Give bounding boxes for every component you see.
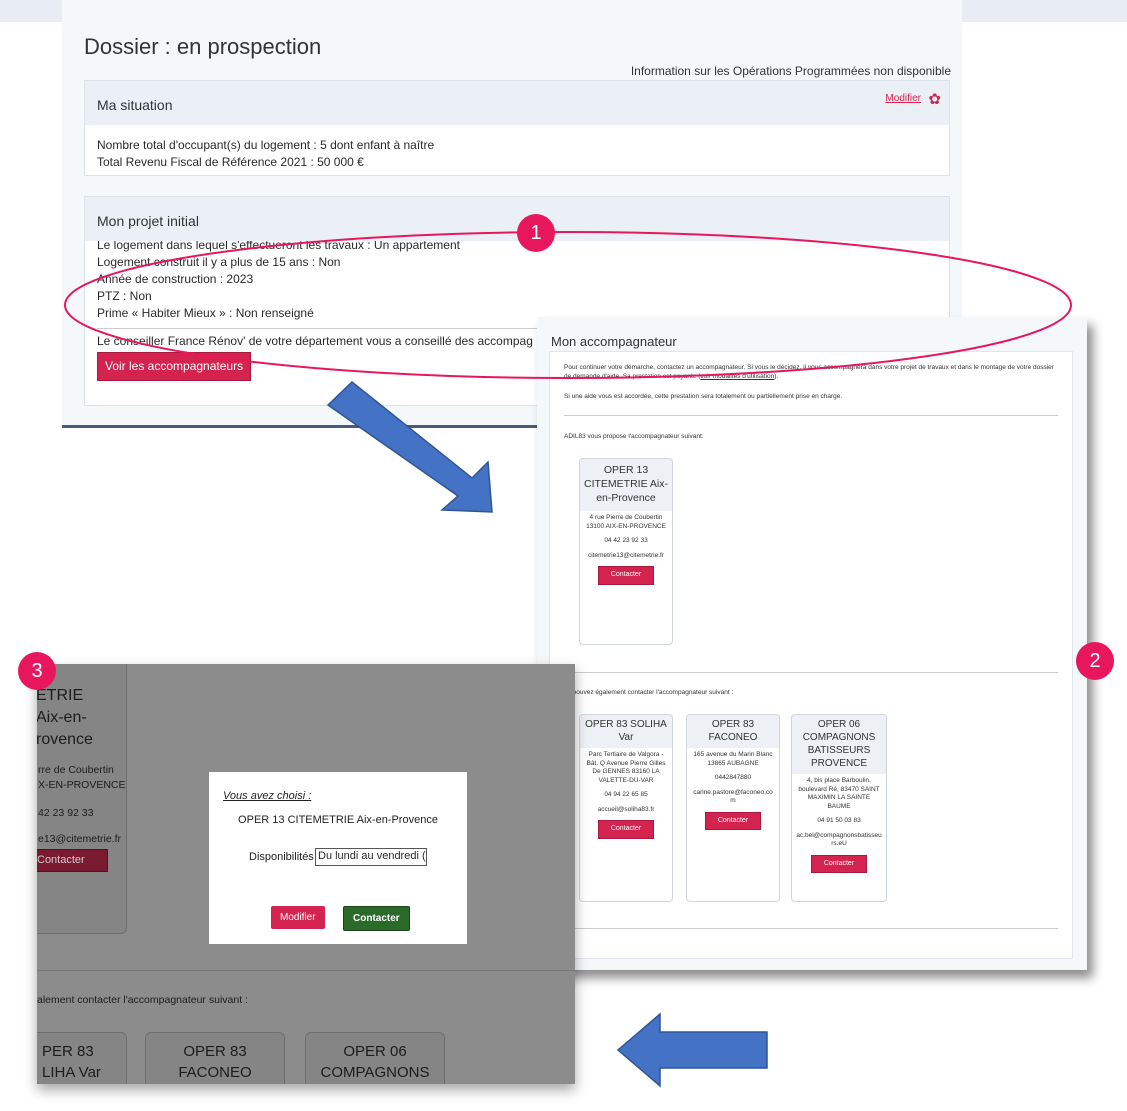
annotation-badge-1: 1 — [517, 214, 555, 252]
situation-card: Ma situation Modifier ✿ Nombre total d'o… — [84, 80, 950, 176]
modal-chosen-name: OPER 13 CITEMETRIE Aix-en-Provence — [238, 814, 438, 826]
contact-modal-screenshot: 13 ÉTRIE Aix-en- rovence rre de Couberti… — [37, 664, 575, 1084]
divider — [37, 970, 575, 971]
accompagnateur-title: Mon accompagnateur — [551, 334, 677, 349]
page-title: Dossier : en prospection — [84, 34, 322, 59]
accompagnateur-phone: 04 42 23 92 33 — [604, 537, 648, 544]
accompagnateur-phone: 0442847880 — [714, 774, 752, 781]
projet-line: Le logement dans lequel s'effectueront l… — [97, 241, 460, 252]
accompagnateur-email: ac.bel@compagnonsbatisseurs.eU — [796, 831, 882, 848]
arrow-left-icon — [616, 1012, 768, 1088]
accompagnateur-email: citemetrie13@citemetrie.fr — [588, 551, 664, 559]
dimmed-card-faconeo: OPER 83 FACONEO — [145, 1032, 285, 1084]
accompagnateur-content: Pour continuer votre démarche, contactez… — [549, 351, 1073, 959]
intro-text-b: ). — [774, 372, 779, 380]
accompagnateur-card-faconeo: OPER 83 FACONEO 165 avenue du Marin Blan… — [686, 714, 780, 902]
accompagnateur-card-main: OPER 13 CITEMETRIE Aix-en-Provence 4 rue… — [579, 458, 673, 645]
dimmed-card-label: OPER 06 COMPAGNONS — [320, 1043, 430, 1081]
disponibilites-label: Disponibilités — [249, 851, 314, 863]
revenu-line: Total Revenu Fiscal de Référence 2021 : … — [97, 155, 364, 169]
operations-info: Information sur les Opérations Programmé… — [630, 64, 951, 78]
projet-line: Logement construit il y a plus de 15 ans… — [97, 255, 341, 269]
dimmed-contacter-button: Contacter — [37, 849, 108, 872]
divider — [564, 928, 1058, 929]
contacter-button[interactable]: Contacter — [810, 854, 868, 873]
accompagnateur-address: 4, bis place Barboulin, boulevard Ré, 83… — [798, 777, 880, 810]
modal-chose-label: Vous avez choisi : — [223, 790, 312, 802]
accompagnateur-panel: Mon accompagnateur Pour continuer votre … — [537, 317, 1087, 970]
accompagnateur-email: accueil@soliha83.fr — [597, 805, 655, 813]
dimmed-card-compagnons: OPER 06 COMPAGNONS — [305, 1032, 445, 1084]
intro-text-a: Pour continuer votre démarche, contactez… — [564, 364, 1054, 380]
projet-line: Année de construction : 2023 — [97, 272, 254, 286]
gear-icon[interactable]: ✿ — [928, 90, 941, 108]
dimmed-card-address: rre de Coubertin X-EN-PROVENCE — [38, 764, 126, 791]
disponibilites-input[interactable]: Du lundi au vendredi (m — [315, 848, 427, 866]
dimmed-card-soliha: PER 83 LIHA Var — [37, 1032, 127, 1084]
accompagnateur-address: 165 avenue du Marin Blanc 13865 AUBAGNE — [693, 751, 773, 767]
dimmed-card-phone: 42 23 92 33 — [38, 807, 94, 819]
also-label: us pouvez également contacter l'accompag… — [564, 689, 734, 696]
accompagnateur-name: OPER 83 FACONEO — [687, 715, 779, 748]
accompagnateur-address: 4 rue Pierre de Coubertin 13100 AIX-EN-P… — [586, 514, 666, 530]
dimmed-also-label: alement contacter l'accompagnateur suiva… — [37, 994, 248, 1006]
accompagnateur-name: OPER 13 CITEMETRIE Aix-en-Provence — [580, 459, 672, 511]
dimmed-card-label: OPER 83 FACONEO — [178, 1043, 252, 1081]
propose-label: ADIL83 vous propose l'accompagnateur sui… — [564, 433, 704, 440]
annotation-badge-2: 2 — [1076, 642, 1114, 680]
accompagnateur-email: carine.pastore@faconeo.com — [693, 788, 773, 805]
accompagnateur-card-compagnons: OPER 06 COMPAGNONS BATISSEURS PROVENCE 4… — [791, 714, 887, 902]
contacter-button[interactable]: Contacter — [597, 566, 655, 585]
accompagnateur-card-soliha: OPER 83 SOLIHA Var Parc Tertiaire de Val… — [579, 714, 673, 902]
accompagnateur-phone: 04 91 50 03 83 — [817, 817, 861, 824]
voir-accompagnateurs-button[interactable]: Voir les accompagnateurs — [97, 352, 252, 381]
divider — [564, 415, 1058, 416]
intro-text: Pour continuer votre démarche, contactez… — [564, 364, 1060, 381]
annotation-badge-3: 3 — [18, 652, 56, 690]
situation-heading: Ma situation — [85, 81, 949, 125]
dimmed-card-label: PER 83 LIHA Var — [42, 1043, 101, 1081]
accompagnateur-name: OPER 83 SOLIHA Var — [580, 715, 672, 748]
choice-modal: Vous avez choisi : OPER 13 CITEMETRIE Ai… — [209, 772, 467, 944]
projet-line: PTZ : Non — [97, 289, 152, 303]
modal-contacter-button[interactable]: Contacter — [343, 906, 410, 931]
modifier-link[interactable]: Modifier — [885, 93, 921, 104]
intro-text-2: Si une aide vous est accordée, cette pre… — [564, 393, 843, 400]
occupants-line: Nombre total d'occupant(s) du logement :… — [97, 138, 435, 152]
accompagnateur-name: OPER 06 COMPAGNONS BATISSEURS PROVENCE — [792, 715, 886, 774]
dimmed-card-email: e13@citemetrie.fr — [38, 833, 122, 845]
dimmed-card-main: 13 ÉTRIE Aix-en- rovence rre de Couberti… — [37, 664, 127, 934]
modalites-link[interactable]: voir modalités d'utilisation — [700, 373, 774, 380]
modal-modifier-button[interactable]: Modifier — [271, 906, 325, 929]
contacter-button[interactable]: Contacter — [597, 820, 655, 839]
divider — [564, 672, 1058, 673]
accompagnateur-address: Parc Tertiaire de Valgora - Bât. Q Avenu… — [586, 751, 666, 784]
contacter-button[interactable]: Contacter — [704, 811, 762, 830]
accompagnateur-phone: 04 94 22 65 85 — [604, 791, 648, 798]
